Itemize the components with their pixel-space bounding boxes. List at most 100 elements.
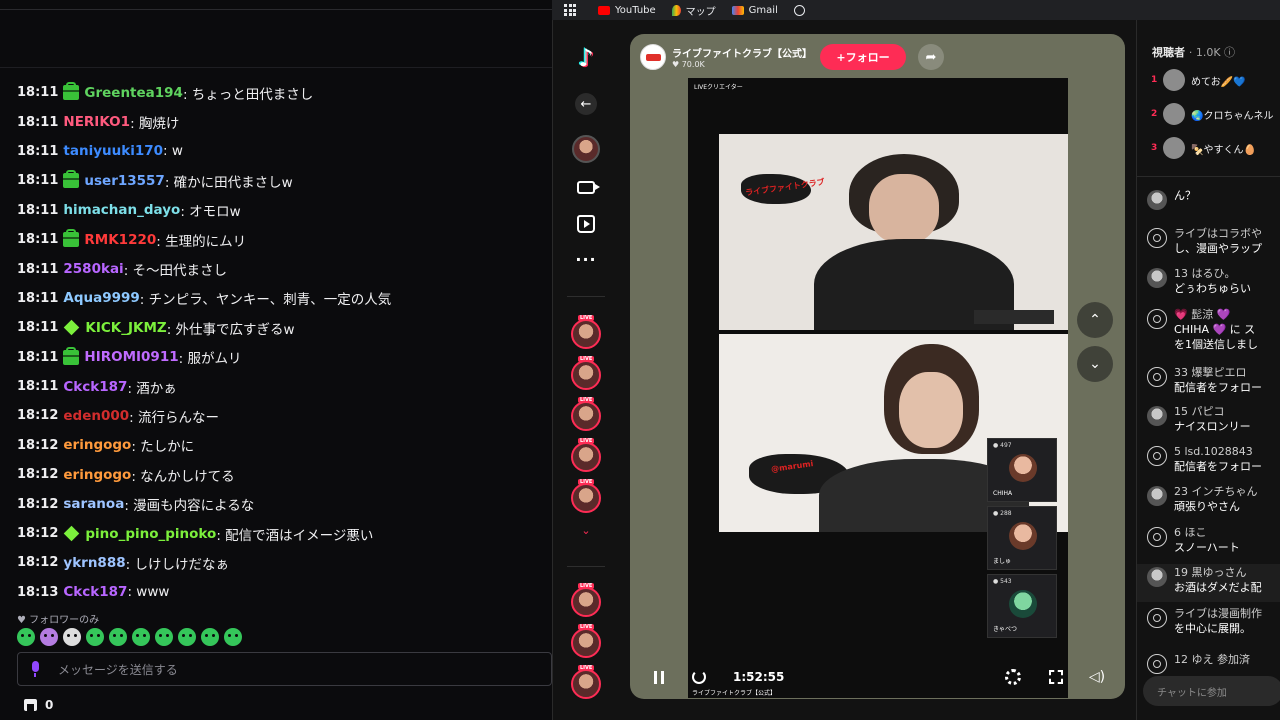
message-username[interactable]: NERIKO1 — [63, 114, 130, 130]
live-comment[interactable]: 💗 髭涼 💜 CHIHA 💜 に スを1個送信しまし — [1147, 307, 1280, 352]
pause-icon[interactable] — [652, 662, 666, 692]
chat-join-input[interactable]: チャットに参加 — [1143, 676, 1280, 706]
top-viewer-1[interactable]: 1 めてお🥖💙 — [1151, 69, 1246, 91]
emote-icon[interactable] — [178, 628, 196, 646]
host-avatar[interactable] — [640, 44, 666, 70]
viewers-header[interactable]: 視聴者 · 1.0K ⓘ — [1152, 44, 1235, 60]
tiktok-logo[interactable]: ♪ — [570, 42, 602, 74]
store-icon[interactable] — [24, 699, 37, 711]
previous-live-button[interactable]: ⌃ — [1077, 302, 1113, 338]
guest-tile-3[interactable]: ● 543 きゃべつ — [987, 574, 1057, 638]
store-row[interactable]: 0 — [24, 698, 53, 712]
chat-message[interactable]: 18:12 eden000: 流行らんなー — [17, 401, 547, 430]
message-username[interactable]: KICK_JKMZ — [85, 320, 166, 336]
message-username[interactable]: Ckck187 — [63, 584, 127, 600]
chat-message[interactable]: 18:11 2580kai: そ〜田代まさし — [17, 254, 547, 283]
chat-message[interactable]: 18:12 eringogo: なんかしけてる — [17, 460, 547, 489]
message-username[interactable]: saranoa — [63, 496, 124, 512]
live-comment[interactable]: 19 黒ゆっさん お酒はダメだよ配 — [1147, 565, 1280, 595]
message-username[interactable]: Greentea194 — [84, 85, 183, 101]
host-name[interactable]: ライブファイトクラブ【公式】 — [672, 45, 812, 60]
live-player[interactable]: ライブファイトクラブ【公式】 ♥ 70.0K +フォロー ➦ LIVEクリエイタ… — [630, 34, 1125, 699]
emote-icon[interactable] — [86, 628, 104, 646]
live-channel-1[interactable]: LIVE — [570, 315, 602, 350]
message-username[interactable]: HIROMI0911 — [84, 349, 178, 365]
live-comment[interactable]: ライブはコラボや し、漫画やラップ — [1147, 226, 1280, 256]
live-comment[interactable]: 6 ほこ スノーハート — [1147, 525, 1280, 555]
chat-message[interactable]: 18:11 Aqua9999: チンピラ、ヤンキー、刺青、一定の人気 — [17, 284, 547, 313]
show-more-button[interactable]: ⌄ — [570, 514, 602, 546]
chat-message[interactable]: 18:12 ykrn888: しけしけだなぁ — [17, 548, 547, 577]
emote-icon[interactable] — [63, 628, 81, 646]
chat-message[interactable]: 18:11 user13557: 確かに田代まさしw — [17, 166, 547, 195]
apps-grid-icon[interactable] — [564, 4, 576, 16]
live-channel-7[interactable]: LIVE — [570, 624, 602, 659]
live-comment[interactable]: ライブは漫画制作 を中心に展開。 — [1147, 606, 1280, 636]
guest-tile-1[interactable]: ● 497 CHIHA — [987, 438, 1057, 502]
message-username[interactable]: 2580kai — [63, 261, 123, 277]
next-live-button[interactable]: ⌄ — [1077, 346, 1113, 382]
top-viewer-2[interactable]: 2 🌏クロちゃんネル — [1151, 103, 1273, 125]
message-username[interactable]: eden000 — [63, 408, 129, 424]
chat-message[interactable]: 18:12 eringogo: たしかに — [17, 431, 547, 460]
bookmark-globe[interactable] — [793, 4, 810, 16]
bookmark-gmail[interactable]: Gmail — [731, 5, 778, 16]
emote-icon[interactable] — [155, 628, 173, 646]
message-username[interactable]: Ckck187 — [63, 379, 127, 395]
message-username[interactable]: eringogo — [63, 467, 131, 483]
live-comment[interactable]: 13 はるひ。 どぅわちゅらい — [1147, 266, 1280, 296]
message-username[interactable]: RMK1220 — [84, 232, 156, 248]
live-studio-button[interactable] — [570, 171, 602, 203]
chat-message[interactable]: 18:12 saranoa: 漫画も内容によるな — [17, 489, 547, 518]
emote-icon[interactable] — [40, 628, 58, 646]
chat-message-input[interactable]: メッセージを送信する — [17, 652, 552, 686]
emote-icon[interactable] — [17, 628, 35, 646]
settings-icon[interactable] — [1003, 662, 1023, 692]
back-button[interactable]: ← — [570, 88, 602, 120]
live-comment[interactable]: 12 ゆえ 参加済 — [1147, 652, 1280, 674]
message-username[interactable]: pino_pino_pinoko — [85, 526, 216, 542]
message-username[interactable]: himachan_dayo — [63, 202, 180, 218]
live-channel-3[interactable]: LIVE — [570, 397, 602, 432]
live-channel-6[interactable]: LIVE — [570, 583, 602, 618]
message-username[interactable]: user13557 — [84, 173, 164, 189]
chat-message[interactable]: 18:11 RMK1220: 生理的にムリ — [17, 225, 547, 254]
message-username[interactable]: taniyuuki170 — [63, 143, 163, 159]
follow-button[interactable]: +フォロー — [820, 44, 906, 70]
live-comment[interactable]: 23 インチちゃん 頑張りやさん — [1147, 484, 1280, 514]
live-channel-4[interactable]: LIVE — [570, 438, 602, 473]
emote-icon[interactable] — [109, 628, 127, 646]
share-button[interactable]: ➦ — [918, 44, 944, 70]
chat-message[interactable]: 18:11 himachan_dayo: オモロw — [17, 196, 547, 225]
chat-message[interactable]: 18:11 taniyuuki170: w — [17, 137, 547, 166]
live-comment[interactable]: ん？ — [1147, 188, 1280, 210]
video-frame[interactable]: LIVEクリエイター ライブファイトクラブ @marumi ● 497 CHIH… — [688, 78, 1068, 698]
chat-message[interactable]: 18:12 pino_pino_pinoko: 配信で酒はイメージ悪い — [17, 519, 547, 548]
fullscreen-icon[interactable] — [1047, 662, 1065, 692]
mic-icon[interactable] — [30, 661, 40, 677]
profile-avatar[interactable] — [570, 133, 602, 165]
live-comment[interactable]: 15 パピコ ナイスロンリー — [1147, 404, 1280, 434]
bookmark-maps[interactable]: マップ — [671, 3, 716, 18]
chat-message[interactable]: 18:11 Ckck187: 酒かぁ — [17, 372, 547, 401]
top-viewer-3[interactable]: 3 🍢やすくん🥚 — [1151, 137, 1256, 159]
message-username[interactable]: Aqua9999 — [63, 290, 139, 306]
emote-icon[interactable] — [201, 628, 219, 646]
live-comment[interactable]: 33 爆撃ピエロ 配信者をフォロー — [1147, 365, 1280, 395]
message-username[interactable]: ykrn888 — [63, 555, 125, 571]
chat-message[interactable]: 18:11 KICK_JKMZ: 外仕事で広すぎるw — [17, 313, 547, 342]
chat-message[interactable]: 18:13 Ckck187: www — [17, 578, 547, 607]
guest-tile-2[interactable]: ● 288 ましゅ — [987, 506, 1057, 570]
live-channel-5[interactable]: LIVE — [570, 479, 602, 514]
chat-message[interactable]: 18:11 NERIKO1: 胸焼け — [17, 107, 547, 136]
live-comment[interactable]: 5 lsd.1028843 配信者をフォロー — [1147, 444, 1280, 474]
more-button[interactable]: ··· — [570, 243, 602, 275]
chat-message[interactable]: 18:11 Greentea194: ちょっと田代まさし — [17, 78, 547, 107]
emote-icon[interactable] — [224, 628, 242, 646]
volume-icon[interactable]: ◁) — [1088, 662, 1106, 692]
live-channel-2[interactable]: LIVE — [570, 356, 602, 391]
message-username[interactable]: eringogo — [63, 437, 131, 453]
chat-message[interactable]: 18:11 HIROMI0911: 服がムリ — [17, 343, 547, 372]
bookmark-youtube[interactable]: YouTube — [598, 5, 656, 16]
live-channel-8[interactable]: LIVE — [570, 665, 602, 700]
